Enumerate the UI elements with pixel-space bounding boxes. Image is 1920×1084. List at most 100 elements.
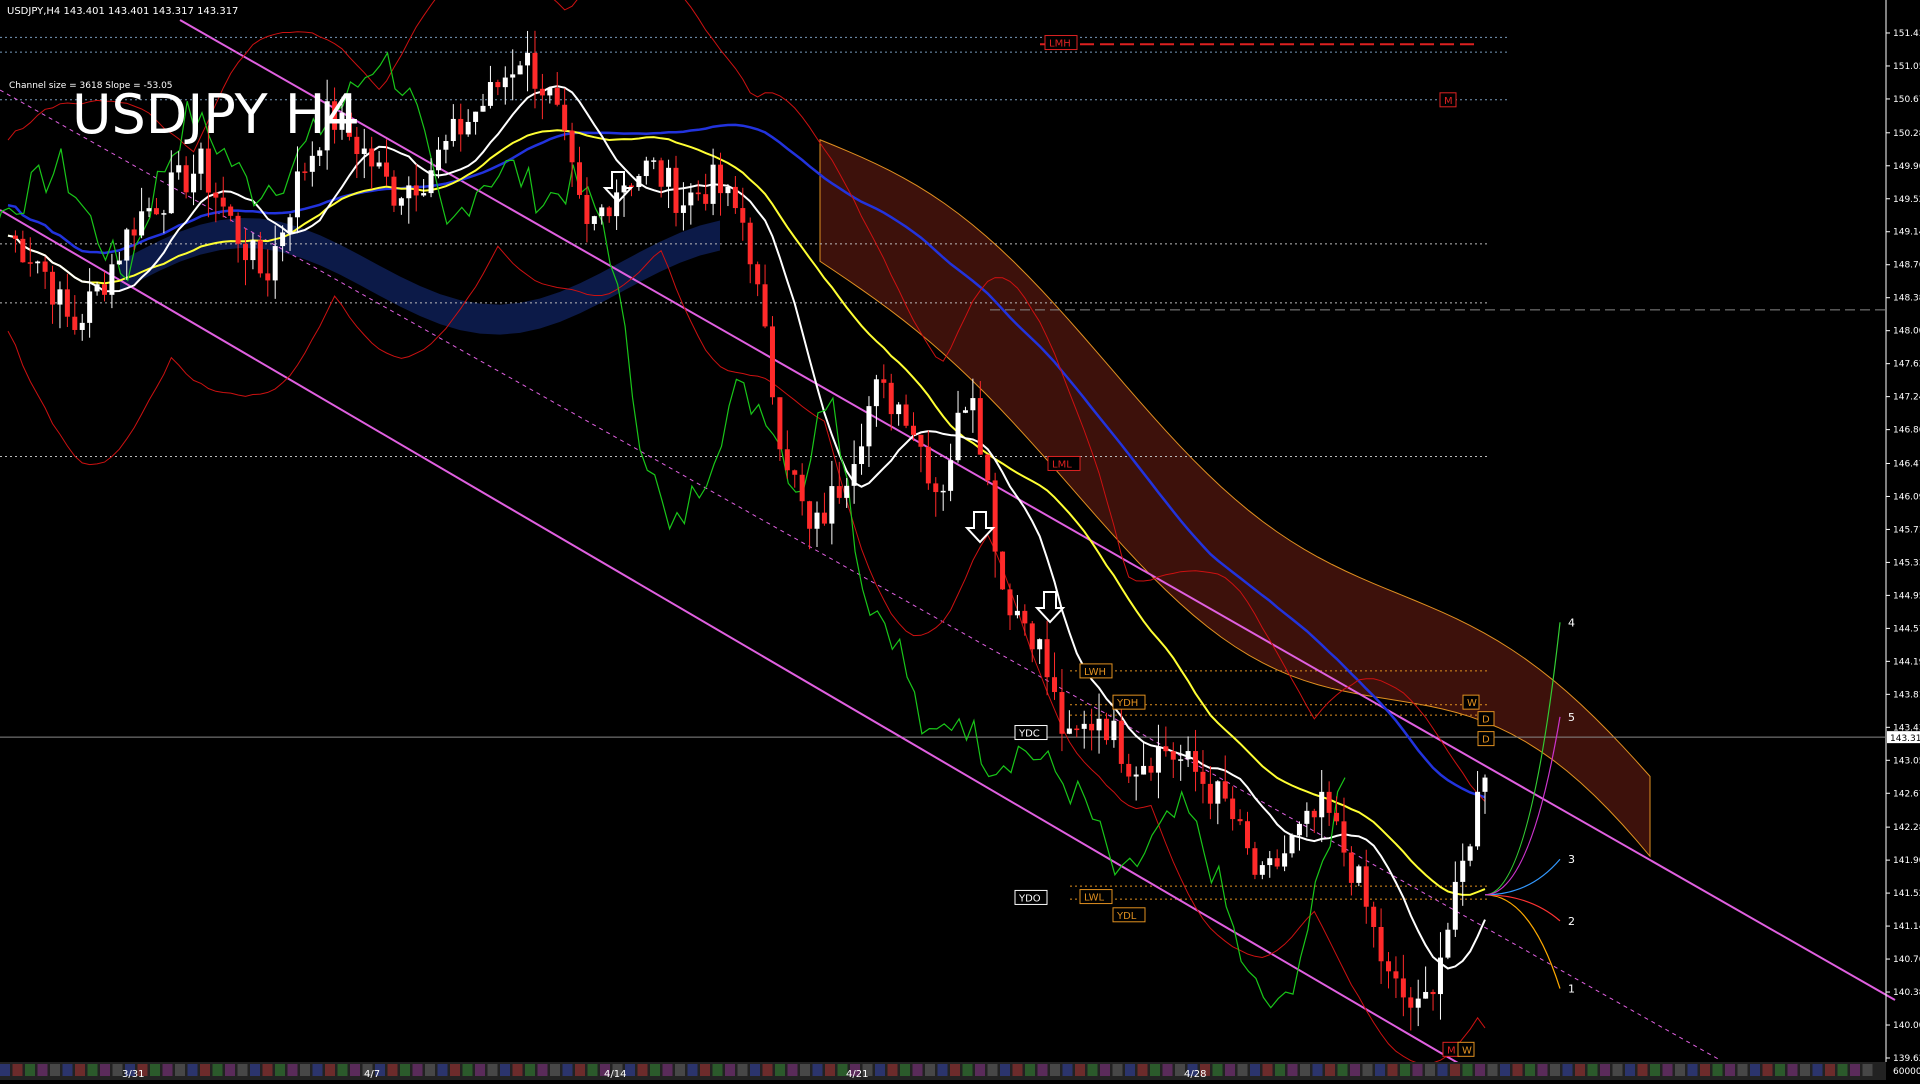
time-axis-block bbox=[887, 1064, 898, 1076]
candle-bull bbox=[1437, 957, 1443, 995]
level-label-text: D bbox=[1482, 715, 1490, 726]
candle-bull bbox=[814, 512, 820, 529]
time-axis-block bbox=[1687, 1064, 1698, 1076]
time-axis-block bbox=[437, 1064, 448, 1076]
candle-bear bbox=[769, 326, 775, 398]
candle-bear bbox=[265, 273, 271, 281]
time-axis-block bbox=[1037, 1064, 1048, 1076]
level-label-text: YDO bbox=[1018, 893, 1041, 904]
time-axis-block bbox=[400, 1064, 410, 1076]
candle-bear bbox=[918, 434, 924, 447]
candle-bull bbox=[525, 52, 531, 66]
level-label-text: YDC bbox=[1018, 729, 1040, 740]
time-axis-block bbox=[1487, 1064, 1498, 1076]
time-axis-block bbox=[562, 1064, 573, 1076]
candle-bull bbox=[309, 155, 315, 172]
time-axis-block bbox=[1862, 1064, 1873, 1076]
time-tick-label: 4/21 bbox=[846, 1069, 868, 1080]
candle-bear bbox=[1126, 763, 1132, 777]
price-tick-label: 142.280 bbox=[1893, 823, 1920, 833]
price-tick-label: 145.330 bbox=[1893, 558, 1920, 568]
time-axis-block bbox=[37, 1064, 48, 1076]
candle-bear bbox=[925, 446, 931, 484]
time-axis-block bbox=[637, 1064, 648, 1076]
time-axis-block bbox=[1775, 1064, 1785, 1076]
price-tick-label: 148.760 bbox=[1893, 261, 1920, 271]
candle-bear bbox=[495, 82, 501, 88]
candle-bear bbox=[153, 208, 159, 215]
time-axis-block bbox=[800, 1064, 810, 1076]
candle-bear bbox=[755, 264, 761, 285]
candle-bull bbox=[94, 284, 100, 292]
time-axis-block bbox=[1562, 1064, 1573, 1076]
candle-bear bbox=[985, 454, 991, 481]
candle-bear bbox=[903, 404, 909, 426]
candle-bear bbox=[213, 192, 219, 198]
time-axis-block bbox=[1475, 1064, 1485, 1076]
candle-bear bbox=[673, 167, 679, 213]
candle-bull bbox=[1296, 823, 1302, 836]
candle-bear bbox=[1163, 746, 1169, 752]
candle-bear bbox=[732, 186, 738, 209]
price-tick-label: 150.670 bbox=[1893, 95, 1920, 105]
candle-bear bbox=[1341, 821, 1347, 853]
price-tick-label: 149.520 bbox=[1893, 195, 1920, 205]
candle-bear bbox=[1074, 728, 1080, 731]
time-axis-block bbox=[725, 1064, 735, 1076]
time-axis-block bbox=[1125, 1064, 1135, 1076]
candle-bull bbox=[1111, 720, 1117, 741]
time-axis-block bbox=[625, 1064, 635, 1076]
time-axis-block bbox=[150, 1064, 160, 1076]
price-tick-label: 141.520 bbox=[1893, 889, 1920, 899]
candle-bull bbox=[680, 205, 686, 213]
projection-label: 1 bbox=[1568, 983, 1575, 996]
candle-bear bbox=[747, 222, 753, 265]
time-axis-block bbox=[1225, 1064, 1235, 1076]
time-axis-block bbox=[825, 1064, 835, 1076]
candle-bear bbox=[784, 449, 790, 471]
level-label-text: YDL bbox=[1116, 911, 1137, 922]
level-label-text: LWH bbox=[1084, 667, 1106, 678]
candle-bull bbox=[191, 173, 197, 193]
time-axis-block bbox=[1400, 1064, 1410, 1076]
candle-bull bbox=[688, 192, 694, 206]
price-tick-label: 147.240 bbox=[1893, 393, 1920, 403]
time-axis-block bbox=[1412, 1064, 1423, 1076]
candle-bear bbox=[888, 382, 894, 415]
time-axis-block bbox=[100, 1064, 110, 1076]
candle-bull bbox=[287, 217, 293, 233]
candle-bull bbox=[146, 208, 152, 212]
price-tick-label: 144.190 bbox=[1893, 657, 1920, 667]
time-axis-block bbox=[775, 1064, 785, 1076]
candle-bull bbox=[591, 216, 597, 224]
time-axis-block bbox=[1375, 1064, 1385, 1076]
time-axis-block bbox=[1575, 1064, 1585, 1076]
candle-bull bbox=[666, 167, 672, 187]
time-axis-block bbox=[687, 1064, 698, 1076]
candle-bear bbox=[703, 194, 709, 204]
candle-bull bbox=[435, 149, 441, 171]
time-axis-block bbox=[1087, 1064, 1098, 1076]
time-axis-block bbox=[525, 1064, 535, 1076]
candle-bull bbox=[1133, 774, 1139, 777]
candle-bear bbox=[1311, 810, 1317, 818]
candle-bull bbox=[643, 160, 649, 177]
time-axis-block bbox=[987, 1064, 998, 1076]
time-axis-block bbox=[575, 1064, 585, 1076]
trading-chart[interactable]: 12345 LMH M LML LWH YDH YDC YDO LWL YDL W D D M W 151… bbox=[0, 0, 1920, 1080]
time-axis-block bbox=[425, 1064, 435, 1076]
price-tick-label: 148.000 bbox=[1893, 327, 1920, 337]
time-axis-block bbox=[1075, 1064, 1085, 1076]
candle-bull bbox=[1452, 881, 1458, 930]
time-axis-block bbox=[212, 1064, 223, 1076]
candle-bear bbox=[695, 192, 701, 195]
candle-bull bbox=[198, 148, 204, 174]
candle-bull bbox=[317, 150, 323, 156]
price-chart-canvas[interactable]: 12345 LMHMLMLLWHYDHYDCYDO LWLYDLWDDM W 151… bbox=[0, 0, 1920, 1080]
time-axis[interactable]: 3/31 4/7 4/14 4/21 4/28 bbox=[0, 1062, 1886, 1080]
time-axis-block bbox=[1150, 1064, 1160, 1076]
candle-bull bbox=[176, 165, 182, 173]
candle-bull bbox=[1141, 765, 1147, 775]
time-axis-block bbox=[925, 1064, 935, 1076]
candle-bull bbox=[406, 185, 412, 199]
